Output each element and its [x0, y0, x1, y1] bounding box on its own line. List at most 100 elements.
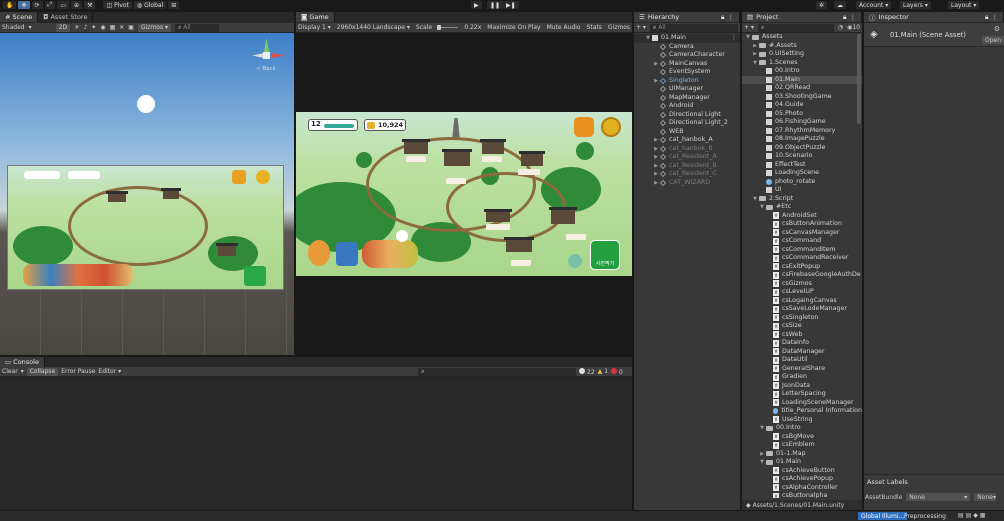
project-asset[interactable]: # DataManager: [742, 348, 862, 357]
filter-icon[interactable]: ◔: [838, 24, 843, 31]
project-asset[interactable]: 08.ImagePuzzle: [742, 135, 862, 144]
hierarchy-item[interactable]: WEB: [634, 128, 740, 137]
expand-arrow-icon[interactable]: ▶: [751, 42, 759, 51]
grid-snap-button[interactable]: ⊞: [168, 1, 180, 9]
account-dropdown[interactable]: Account ▾: [856, 1, 892, 9]
pause-button[interactable]: ❚❚: [487, 1, 504, 9]
stats-toggle[interactable]: Stats: [587, 24, 602, 31]
character-mission[interactable]: [308, 240, 330, 266]
clear-chevron-icon[interactable]: ▾: [21, 368, 24, 375]
project-asset[interactable]: 05.Photo: [742, 110, 862, 119]
hierarchy-item[interactable]: ▶ cat_Resident_C: [634, 170, 740, 179]
project-asset[interactable]: 02.QRRead: [742, 84, 862, 93]
grid-icon[interactable]: ▦: [110, 24, 116, 31]
project-asset[interactable]: # csButtonAnimation: [742, 220, 862, 229]
project-folder[interactable]: ▶ #.Assets: [742, 42, 862, 51]
project-asset[interactable]: # csCommand: [742, 237, 862, 246]
error-pause-toggle[interactable]: Error Pause: [61, 368, 95, 375]
asset-variant-dropdown[interactable]: None ▾: [974, 493, 997, 501]
gizmos-dropdown[interactable]: Gizmos ▾: [137, 23, 171, 32]
hierarchy-item[interactable]: ▶ cat_Resident_A: [634, 153, 740, 162]
menu-icon[interactable]: ⋮: [850, 13, 857, 21]
project-asset[interactable]: title_Personal Information: [742, 407, 862, 416]
asset-bundle-dropdown[interactable]: None ▾: [906, 493, 971, 501]
transform-tool-button[interactable]: ⊕: [71, 1, 83, 9]
project-folder[interactable]: ▼ #Etc: [742, 203, 862, 212]
project-asset[interactable]: 06.FishingGame: [742, 118, 862, 127]
project-asset[interactable]: # csSingleton: [742, 314, 862, 323]
inspector-settings-icon[interactable]: ⚙: [994, 25, 1000, 33]
layers-dropdown[interactable]: Layers ▾: [900, 1, 931, 9]
hand-tool-button[interactable]: ✋: [3, 1, 17, 9]
project-folder[interactable]: ▼ 00.Intro: [742, 424, 862, 433]
tab-asset-store[interactable]: ◘ Asset Store: [38, 12, 94, 22]
menu-icon[interactable]: ⋮: [728, 13, 735, 21]
hidden-objects-icon[interactable]: ◉: [100, 24, 105, 31]
project-folder[interactable]: ▶ 01-1.Map: [742, 450, 862, 459]
global-illum-status[interactable]: Global Illumi...: [858, 512, 908, 520]
project-asset[interactable]: # csFirebaseGoogleAuthDe: [742, 271, 862, 280]
gizmo-x-axis[interactable]: [271, 53, 285, 58]
project-scrollbar[interactable]: [857, 34, 861, 124]
project-asset[interactable]: EffectTest: [742, 161, 862, 170]
project-asset[interactable]: # csAchieveButton: [742, 467, 862, 476]
gizmo-y-axis[interactable]: [264, 38, 269, 52]
hierarchy-item[interactable]: Android: [634, 102, 740, 111]
expand-arrow-icon[interactable]: ▼: [644, 34, 652, 43]
hierarchy-item[interactable]: UIManager: [634, 85, 740, 94]
expand-arrow-icon[interactable]: ▼: [758, 458, 766, 467]
scene-canvas-preview[interactable]: [7, 165, 284, 290]
hierarchy-item[interactable]: EventSystem: [634, 68, 740, 77]
expand-arrow-icon[interactable]: ▶: [751, 50, 759, 59]
hierarchy-item[interactable]: ▶ Singleton: [634, 77, 740, 86]
shading-dropdown[interactable]: Shaded: [2, 24, 25, 31]
expand-arrow-icon[interactable]: ▼: [744, 33, 752, 42]
expand-arrow-icon[interactable]: ▼: [751, 59, 759, 68]
hierarchy-item[interactable]: ▶ cat_hanbok_B: [634, 145, 740, 154]
project-asset[interactable]: # csCanvasManager: [742, 229, 862, 238]
clear-button[interactable]: Clear: [2, 368, 18, 375]
project-asset[interactable]: # csCommandReceiver: [742, 254, 862, 263]
cache-icon[interactable]: ▦: [980, 512, 986, 519]
project-asset[interactable]: # csExitPopup: [742, 263, 862, 272]
project-asset[interactable]: # csCommandItem: [742, 246, 862, 255]
display-dropdown[interactable]: Display 1 ▾: [298, 24, 331, 31]
project-asset[interactable]: # csButtonalpha: [742, 492, 862, 498]
expand-arrow-icon[interactable]: ▶: [652, 136, 660, 145]
tab-inspector[interactable]: ⓘ Inspector 🔒︎ ⋮: [864, 12, 1004, 22]
hierarchy-item[interactable]: ▶ cat_Resident_B: [634, 162, 740, 171]
hierarchy-item[interactable]: Directional Light: [634, 111, 740, 120]
hierarchy-item[interactable]: ▶ cat_hanbok_A: [634, 136, 740, 145]
lighting-icon[interactable]: ☀: [74, 24, 79, 31]
project-folder[interactable]: ▼ 1.Scenes: [742, 59, 862, 68]
mode-2d-toggle[interactable]: 2D: [55, 23, 71, 32]
menu-icon[interactable]: ⋮: [992, 13, 999, 21]
project-asset[interactable]: # csGizmos: [742, 280, 862, 289]
maximize-on-play-toggle[interactable]: Maximize On Play: [487, 24, 540, 31]
project-asset[interactable]: # csAchievePopup: [742, 475, 862, 484]
project-asset[interactable]: 07.RhythmMemory: [742, 127, 862, 136]
project-asset[interactable]: # JsonData: [742, 382, 862, 391]
tab-scene[interactable]: # Scene: [0, 12, 39, 22]
project-asset[interactable]: # LetterSpacing: [742, 390, 862, 399]
project-asset[interactable]: # csEmblem: [742, 441, 862, 450]
open-button[interactable]: Open: [981, 36, 1004, 44]
scale-slider[interactable]: [437, 25, 459, 30]
global-toggle[interactable]: ◍ Global: [133, 1, 167, 9]
project-asset[interactable]: # AndroidSet: [742, 212, 862, 221]
project-asset[interactable]: # csBgMove: [742, 433, 862, 442]
sun-sphere[interactable]: [137, 95, 155, 113]
project-asset[interactable]: LoadingScene: [742, 169, 862, 178]
project-folder[interactable]: ▼ 01.Main: [742, 458, 862, 467]
project-asset[interactable]: 04.Guide: [742, 101, 862, 110]
coin-button[interactable]: [601, 117, 621, 137]
project-asset[interactable]: # csWeb: [742, 331, 862, 340]
step-button[interactable]: ▶❚: [503, 1, 519, 9]
play-button[interactable]: ▶: [471, 1, 482, 9]
cloud-icon[interactable]: ☁: [834, 1, 846, 9]
effects-icon[interactable]: ✦: [91, 24, 96, 31]
gizmo-center[interactable]: [263, 52, 270, 59]
lock-icon[interactable]: 🔒︎: [721, 13, 724, 22]
rotate-tool-button[interactable]: ⟳: [31, 1, 43, 9]
hierarchy-search-input[interactable]: ⌕ All: [649, 23, 738, 32]
